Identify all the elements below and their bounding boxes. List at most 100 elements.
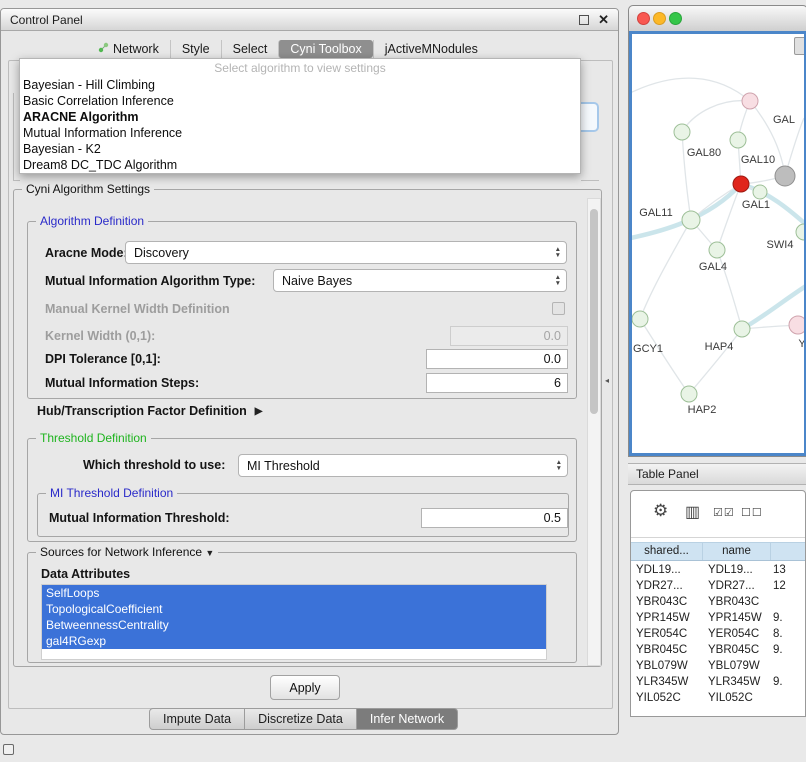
splitpane-collapse-icon[interactable]: ◂ [605, 376, 609, 385]
kernel-width-field[interactable]: 0.0 [450, 326, 568, 346]
table-row[interactable]: YER054CYER054C8. [631, 626, 805, 642]
network-window-titlebar [629, 6, 806, 32]
table-row[interactable]: YPR145WYPR145W9. [631, 610, 805, 626]
network-node[interactable] [674, 124, 690, 140]
table-cell: 9. [771, 612, 805, 624]
attribute-item-betweennesscentrality[interactable]: BetweennessCentrality [42, 617, 546, 633]
float-window-icon[interactable] [579, 15, 589, 25]
network-edge[interactable] [682, 101, 750, 132]
network-node[interactable] [753, 185, 767, 199]
table-row[interactable]: YDR27...YDR27...12 [631, 578, 805, 594]
tab-jactivemnodules[interactable]: jActiveMNodules [373, 40, 489, 58]
which-threshold-select[interactable]: MI Threshold ▲▼ [238, 454, 568, 477]
algorithm-combo-edge[interactable] [581, 102, 599, 132]
select-all-columns-icon[interactable]: ☑☑ [713, 506, 735, 519]
mi-threshold-value: 0.5 [544, 511, 561, 525]
table-row[interactable]: YBR043CYBR043C [631, 594, 805, 610]
mi-steps-label: Mutual Information Steps: [45, 376, 199, 390]
tab-network[interactable]: Network [87, 40, 170, 58]
mac-zoom-icon[interactable] [669, 12, 682, 25]
algorithm-option-bayesian-k2[interactable]: Bayesian - K2 [20, 141, 580, 157]
aracne-mode-label: Aracne Mode: [45, 246, 128, 260]
algorithm-option-mutual-information-inference[interactable]: Mutual Information Inference [20, 125, 580, 141]
kernel-width-value: 0.0 [544, 329, 561, 343]
minimized-panel-icon[interactable] [3, 744, 14, 755]
close-icon[interactable]: ✕ [598, 13, 609, 26]
mac-minimize-icon[interactable] [653, 12, 666, 25]
mi-threshold-label: Mutual Information Threshold: [49, 511, 230, 525]
network-view-window: GALGAL80GAL10GAL11GAL1SWI4GAL4GCY1HAP4YH… [628, 5, 806, 457]
network-node[interactable] [734, 321, 750, 337]
mi-steps-value: 6 [554, 376, 561, 390]
network-node[interactable] [730, 132, 746, 148]
bottom-tab-infer-network[interactable]: Infer Network [357, 708, 458, 730]
algorithm-dropdown-list: Select algorithm to view settings Bayesi… [19, 58, 581, 174]
network-edge[interactable] [632, 78, 750, 101]
mi-type-select[interactable]: Naive Bayes ▲▼ [273, 269, 567, 292]
network-tab-icon [98, 42, 109, 56]
mi-steps-field[interactable]: 6 [426, 373, 568, 393]
network-edge[interactable] [640, 319, 689, 394]
column-header-name[interactable]: name [703, 543, 771, 560]
settings-scrollbar[interactable] [587, 198, 601, 666]
apply-button[interactable]: Apply [270, 675, 340, 700]
attribute-item-topologicalcoefficient[interactable]: TopologicalCoefficient [42, 601, 546, 617]
mi-threshold-field[interactable]: 0.5 [421, 508, 568, 528]
cyni-settings-title: Cyni Algorithm Settings [22, 182, 154, 197]
network-node[interactable] [632, 311, 648, 327]
table-cell: YDR27... [631, 580, 703, 592]
network-node[interactable] [789, 316, 806, 334]
column-header-extra[interactable] [771, 543, 805, 560]
tab-select[interactable]: Select [221, 40, 279, 58]
algorithm-option-bayesian-hill-climbing[interactable]: Bayesian - Hill Climbing [20, 77, 580, 93]
table-cell: YIL052C [703, 692, 771, 704]
network-edge[interactable] [682, 132, 691, 220]
deselect-all-columns-icon[interactable]: ☐☐ [741, 506, 763, 519]
manual-kernel-checkbox[interactable] [552, 302, 565, 315]
network-node[interactable] [775, 166, 795, 186]
collapse-right-icon: ▶ [255, 406, 263, 417]
dpi-tolerance-label: DPI Tolerance [0,1]: [45, 352, 161, 366]
algorithm-option-dream8-dc-tdc-algorithm[interactable]: Dream8 DC_TDC Algorithm [20, 157, 580, 173]
tab-cyni-toolbox[interactable]: Cyni Toolbox [278, 40, 372, 58]
attribute-item-gal4rgexp[interactable]: gal4RGexp [42, 633, 546, 649]
network-node[interactable] [682, 211, 700, 229]
network-node[interactable] [709, 242, 725, 258]
table-row[interactable]: YDL19...YDL19...13 [631, 562, 805, 578]
table-toolbar: ⚙ ▥ ☑☑ ☐☐ [631, 491, 805, 538]
table-settings-gear-icon[interactable]: ⚙ [653, 501, 668, 521]
algorithm-option-basic-correlation-inference[interactable]: Basic Correlation Inference [20, 93, 580, 109]
combo-arrows-icon: ▲▼ [556, 455, 562, 476]
table-cell: YDL19... [703, 564, 771, 576]
birdseye-toggle-icon[interactable] [794, 37, 806, 55]
sources-group-title[interactable]: Sources for Network Inference ▼ [36, 545, 218, 561]
bottom-tab-discretize-data[interactable]: Discretize Data [245, 708, 357, 730]
table-row[interactable]: YLR345WYLR345W9. [631, 674, 805, 690]
column-header-shared[interactable]: shared... [631, 543, 703, 560]
window-title: Control Panel [10, 13, 83, 27]
table-row[interactable]: YBR045CYBR045C9. [631, 642, 805, 658]
tab-style[interactable]: Style [170, 40, 221, 58]
show-columns-icon[interactable]: ▥ [685, 502, 700, 522]
aracne-mode-value: Discovery [134, 246, 189, 260]
attribute-item-selfloops[interactable]: SelfLoops [42, 585, 546, 601]
scrollbar-thumb[interactable] [590, 209, 598, 414]
dpi-tolerance-field[interactable]: 0.0 [426, 349, 568, 369]
network-canvas[interactable]: GALGAL80GAL10GAL11GAL1SWI4GAL4GCY1HAP4YH… [629, 31, 806, 456]
cyni-bottom-tabs: Impute DataDiscretize DataInfer Network [149, 708, 458, 730]
mac-close-icon[interactable] [637, 12, 650, 25]
network-node[interactable] [733, 176, 749, 192]
network-node[interactable] [681, 386, 697, 402]
table-row[interactable]: YBL079WYBL079W [631, 658, 805, 674]
aracne-mode-select[interactable]: Discovery ▲▼ [125, 241, 567, 264]
network-edge[interactable] [689, 329, 742, 394]
table-cell: YLR345W [703, 676, 771, 688]
network-node[interactable] [796, 224, 806, 240]
bottom-tab-impute-data[interactable]: Impute Data [149, 708, 245, 730]
mi-type-value: Naive Bayes [282, 274, 352, 288]
sources-title-text: Sources for Network Inference [40, 545, 202, 559]
algorithm-option-aracne-algorithm[interactable]: ARACNE Algorithm [20, 109, 580, 125]
table-row[interactable]: YIL052CYIL052C [631, 690, 805, 706]
network-node[interactable] [742, 93, 758, 109]
hub-definition-toggle[interactable]: Hub/Transcription Factor Definition ▶ [37, 404, 262, 418]
